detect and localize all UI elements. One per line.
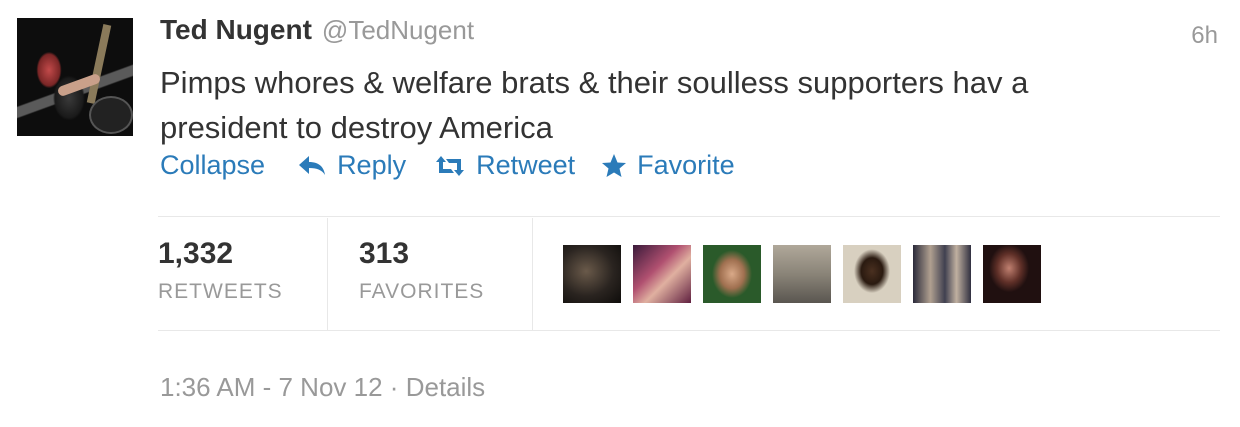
favorite-label: Favorite xyxy=(637,150,735,180)
favorites-label: FAVORITES xyxy=(359,280,485,303)
favorites-count: 313 xyxy=(359,237,410,270)
tweet-stats: 1,332 RETWEETS 313 FAVORITES xyxy=(158,218,533,330)
retweet-label: Retweet xyxy=(476,150,576,180)
star-icon xyxy=(602,153,627,177)
user-fullname[interactable]: Ted Nugent xyxy=(160,14,312,46)
favoriter-avatar[interactable] xyxy=(633,245,691,303)
favoriter-avatar[interactable] xyxy=(983,245,1041,303)
favoriters-list xyxy=(563,245,1053,303)
tweet-header: Ted Nugent @TedNugent xyxy=(160,14,474,46)
divider-bottom xyxy=(158,330,1220,331)
favoriter-avatar[interactable] xyxy=(913,245,971,303)
reply-arrow-icon xyxy=(299,155,326,175)
favoriter-avatar[interactable] xyxy=(843,245,901,303)
retweets-label: RETWEETS xyxy=(158,280,283,303)
details-link[interactable]: Details xyxy=(406,372,485,402)
tweet-footer: 1:36 AM - 7 Nov 12 · Details xyxy=(160,372,485,403)
avatar-guitar-neck xyxy=(86,24,112,104)
retweet-button[interactable]: Retweet xyxy=(434,150,575,181)
avatar-guitar-body xyxy=(89,96,133,134)
user-avatar[interactable] xyxy=(17,18,133,136)
favorite-button[interactable]: Favorite xyxy=(601,150,735,181)
favoriter-avatar[interactable] xyxy=(773,245,831,303)
retweet-icon xyxy=(436,155,465,176)
tweet-time[interactable]: 6h xyxy=(1191,22,1218,50)
tweet-actions: Collapse Reply Retweet Favorite xyxy=(160,150,735,181)
reply-button[interactable]: Reply xyxy=(297,150,406,181)
divider-top xyxy=(158,216,1220,217)
retweets-stat[interactable]: 1,332 RETWEETS xyxy=(158,218,328,330)
favorites-stat[interactable]: 313 FAVORITES xyxy=(328,218,533,330)
user-handle[interactable]: @TedNugent xyxy=(322,15,474,46)
collapse-link[interactable]: Collapse xyxy=(160,150,265,181)
retweets-count: 1,332 xyxy=(158,237,234,270)
footer-separator: · xyxy=(389,372,399,402)
tweet-timestamp[interactable]: 1:36 AM - 7 Nov 12 xyxy=(160,372,383,402)
favoriter-avatar[interactable] xyxy=(563,245,621,303)
reply-label: Reply xyxy=(337,150,407,180)
tweet-text: Pimps whores & welfare brats & their sou… xyxy=(160,65,1029,145)
tweet: Ted Nugent @TedNugent 6h Pimps whores & … xyxy=(0,0,1240,427)
favoriter-avatar[interactable] xyxy=(703,245,761,303)
